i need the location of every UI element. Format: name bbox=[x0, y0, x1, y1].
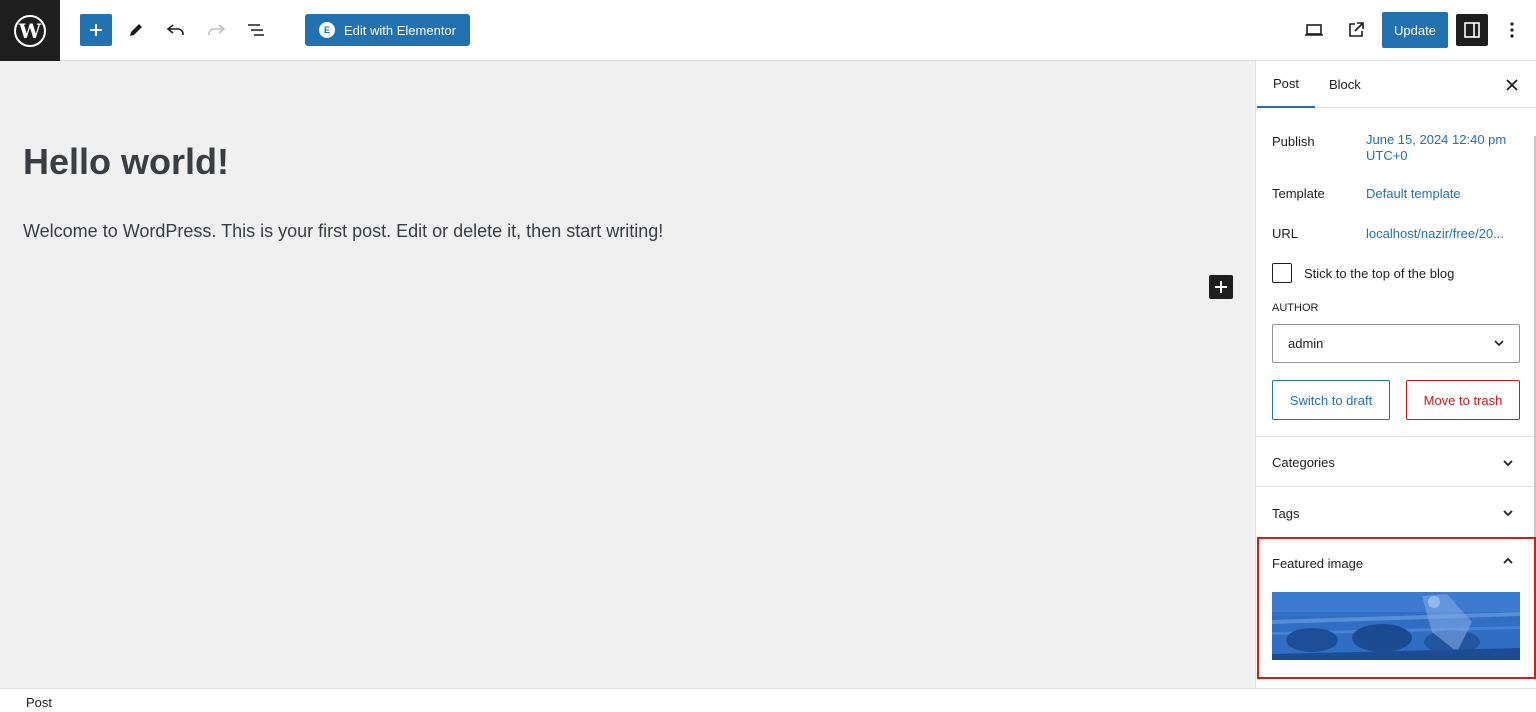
external-view-icon bbox=[1349, 22, 1364, 37]
url-link[interactable]: localhost/nazir/free/20... bbox=[1366, 226, 1504, 242]
categories-panel[interactable]: Categories bbox=[1256, 436, 1534, 486]
add-block-icon bbox=[90, 24, 102, 36]
featured-image-thumbnail[interactable] bbox=[1272, 592, 1520, 660]
editor-footer: Post bbox=[0, 688, 1536, 712]
featured-image-title: Featured image bbox=[1272, 556, 1364, 571]
redo-button[interactable] bbox=[200, 14, 232, 46]
chevron-down-icon bbox=[1503, 510, 1513, 517]
template-link[interactable]: Default template bbox=[1366, 186, 1461, 202]
redo-icon bbox=[208, 24, 226, 35]
featured-image-picture bbox=[1272, 592, 1520, 660]
tags-panel[interactable]: Tags bbox=[1256, 486, 1534, 536]
categories-title: Categories bbox=[1272, 455, 1335, 470]
breadcrumb[interactable]: Post bbox=[26, 695, 52, 710]
undo-icon bbox=[166, 24, 184, 35]
inline-add-block-button[interactable] bbox=[1209, 275, 1233, 299]
elementor-icon: E bbox=[319, 22, 335, 38]
url-label: URL bbox=[1272, 226, 1299, 241]
add-block-button[interactable] bbox=[80, 14, 112, 46]
sticky-checkbox[interactable] bbox=[1272, 263, 1292, 283]
view-post-button[interactable] bbox=[1340, 14, 1372, 46]
undo-button[interactable] bbox=[160, 14, 192, 46]
tools-button[interactable] bbox=[120, 14, 152, 46]
chevron-up-icon bbox=[1503, 557, 1513, 564]
pencil-icon bbox=[130, 24, 142, 36]
post-title[interactable]: Hello world! bbox=[23, 141, 229, 183]
options-button[interactable] bbox=[1496, 14, 1528, 46]
move-to-trash-button[interactable]: Move to trash bbox=[1406, 380, 1520, 420]
update-button[interactable]: Update bbox=[1382, 12, 1448, 48]
publish-date-link[interactable]: June 15, 2024 12:40 pm UTC+0 bbox=[1366, 132, 1506, 164]
tab-block[interactable]: Block bbox=[1329, 61, 1361, 108]
author-label: AUTHOR bbox=[1272, 302, 1319, 314]
settings-sidebar: Post Block Publish June 15, 2024 12:40 p… bbox=[1255, 61, 1536, 688]
preview-button[interactable] bbox=[1298, 14, 1330, 46]
options-icon bbox=[1510, 22, 1514, 38]
close-sidebar-button[interactable] bbox=[1500, 73, 1524, 97]
desktop-preview-icon bbox=[1305, 24, 1323, 36]
publish-date-line1: June 15, 2024 12:40 pm bbox=[1366, 132, 1507, 147]
wordpress-logo-button[interactable]: W bbox=[0, 0, 60, 61]
sticky-label: Stick to the top of the blog bbox=[1304, 266, 1455, 281]
list-view-icon bbox=[248, 24, 264, 36]
wordpress-logo-icon: W bbox=[14, 14, 46, 47]
close-icon bbox=[1506, 79, 1518, 91]
edit-with-elementor-button[interactable]: E Edit with Elementor bbox=[305, 14, 470, 46]
featured-image-panel[interactable]: Featured image bbox=[1256, 537, 1534, 587]
tags-title: Tags bbox=[1272, 506, 1300, 521]
list-view-button[interactable] bbox=[240, 14, 272, 46]
publish-label: Publish bbox=[1272, 134, 1315, 149]
settings-sidebar-toggle[interactable] bbox=[1456, 14, 1488, 46]
tab-post[interactable]: Post bbox=[1257, 61, 1316, 108]
edit-with-elementor-label: Edit with Elementor bbox=[344, 22, 456, 38]
sidebar-toggle-icon bbox=[1464, 22, 1480, 38]
author-value: admin bbox=[1288, 336, 1324, 351]
publish-date-line2: UTC+0 bbox=[1366, 148, 1408, 163]
editor-header: W E Edit with Elementor Update bbox=[0, 0, 1536, 61]
chevron-down-icon bbox=[1494, 340, 1504, 347]
plus-icon bbox=[1215, 281, 1227, 293]
editor-canvas: Hello world! Welcome to WordPress. This … bbox=[0, 61, 1256, 688]
template-label: Template bbox=[1272, 186, 1325, 201]
paragraph-block[interactable]: Welcome to WordPress. This is your first… bbox=[23, 221, 663, 242]
author-select[interactable]: admin bbox=[1272, 324, 1520, 363]
sidebar-tabs: Post Block bbox=[1256, 61, 1536, 108]
switch-to-draft-button[interactable]: Switch to draft bbox=[1272, 380, 1390, 420]
chevron-down-icon bbox=[1503, 460, 1513, 467]
